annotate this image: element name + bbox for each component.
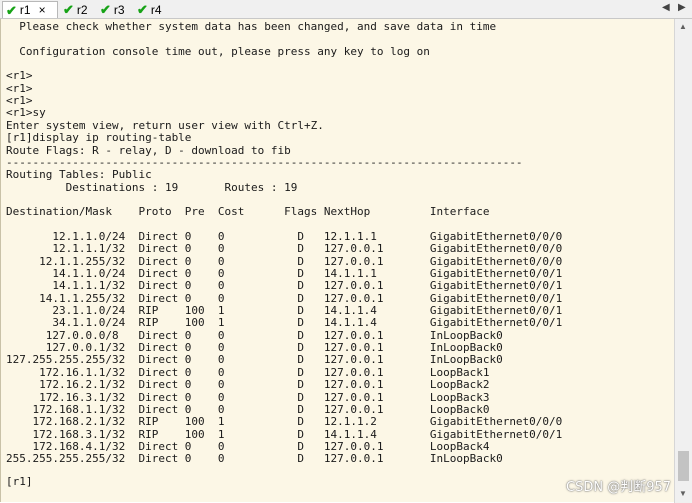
terminal-line: Configuration console time out, please p… — [6, 44, 430, 58]
terminal-line: 172.16.3.1/32 Direct 0 0 D 127.0.0.1 Loo… — [6, 390, 490, 404]
terminal-line: <r1> — [6, 69, 33, 83]
tab-r1[interactable]: ✔ r1 × — [2, 1, 58, 18]
tab-label: r4 — [150, 2, 162, 17]
terminal-line: Routing Tables: Public — [6, 168, 152, 182]
terminal-line: Please check whether system data has bee… — [6, 20, 497, 33]
scroll-tabs-left-icon[interactable]: ◀ — [662, 2, 670, 13]
terminal-line: 172.168.2.1/32 RIP 100 1 D 12.1.1.2 Giga… — [6, 415, 563, 429]
check-icon: ✔ — [63, 2, 74, 17]
terminal-line: 172.168.3.1/32 RIP 100 1 D 14.1.1.4 Giga… — [6, 427, 563, 441]
scroll-up-icon[interactable]: ▲ — [679, 22, 687, 31]
terminal-line: Destination/Mask Proto Pre Cost Flags Ne… — [6, 205, 490, 219]
terminal-line: 255.255.255.255/32 Direct 0 0 D 127.0.0.… — [6, 452, 503, 466]
tab-bar: ✔ r1 × ✔ r2 ✔ r3 ✔ r4 ◀ ▶ — [0, 0, 692, 19]
terminal-line: 172.16.2.1/32 Direct 0 0 D 127.0.0.1 Loo… — [6, 378, 490, 392]
terminal-line: 14.1.1.1/32 Direct 0 0 D 127.0.0.1 Gigab… — [6, 279, 563, 293]
check-icon: ✔ — [100, 2, 111, 17]
tab-label: r1 — [19, 3, 31, 17]
scroll-down-icon[interactable]: ▼ — [679, 489, 687, 498]
tab-r4[interactable]: ✔ r4 — [134, 1, 170, 18]
tab-label: r3 — [113, 2, 125, 17]
tab-r2[interactable]: ✔ r2 — [60, 1, 96, 18]
watermark: CSDN @判断957 — [566, 480, 672, 495]
terminal-line: Route Flags: R - relay, D - download to … — [6, 143, 291, 157]
check-icon: ✔ — [137, 2, 148, 17]
terminal-line: Destinations : 19 Routes : 19 — [6, 180, 298, 194]
terminal-line: 34.1.1.0/24 RIP 100 1 D 14.1.1.4 Gigabit… — [6, 316, 563, 330]
terminal-console[interactable]: Please check whether system data has bee… — [0, 19, 674, 502]
vertical-scrollbar[interactable]: ▲ ▼ — [674, 19, 692, 503]
scroll-tabs-right-icon[interactable]: ▶ — [678, 2, 686, 13]
terminal-line: 127.255.255.255/32 Direct 0 0 D 127.0.0.… — [6, 353, 503, 367]
scrollbar-thumb[interactable] — [678, 451, 689, 481]
terminal-line: <r1>sy — [6, 106, 46, 120]
tab-r3[interactable]: ✔ r3 — [97, 1, 133, 18]
terminal-line: 12.1.1.1/32 Direct 0 0 D 127.0.0.1 Gigab… — [6, 242, 563, 256]
close-icon[interactable]: × — [39, 3, 46, 17]
tab-label: r2 — [76, 2, 88, 17]
terminal-line: [r1]display ip routing-table — [6, 131, 192, 145]
check-icon: ✔ — [6, 2, 17, 18]
terminal-line: [r1] — [6, 475, 33, 488]
